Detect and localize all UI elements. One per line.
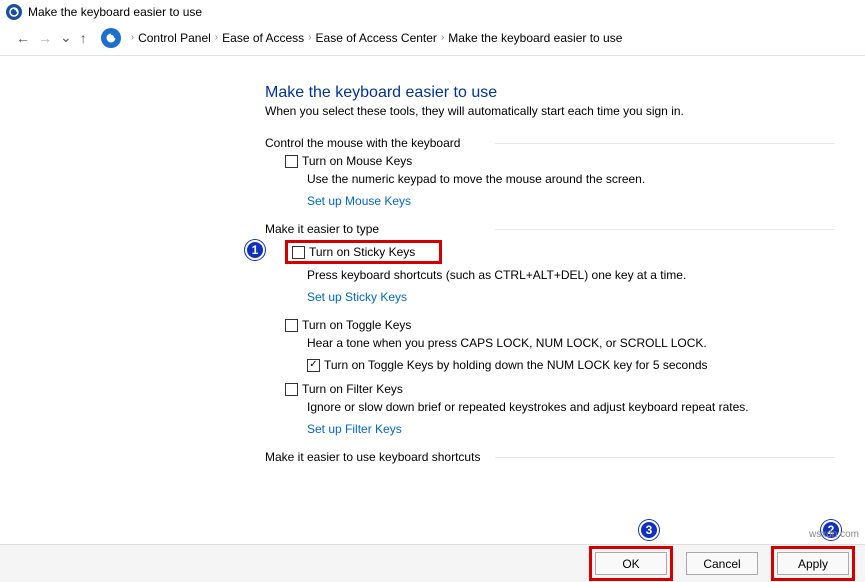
sticky-keys-checkbox[interactable]: Turn on Sticky Keys	[292, 245, 435, 259]
crumb-ease-center[interactable]: Ease of Access Center	[316, 31, 437, 45]
sticky-keys-label: Turn on Sticky Keys	[309, 245, 415, 259]
crumb-ease-of-access[interactable]: Ease of Access	[222, 31, 304, 45]
apply-button[interactable]: Apply	[777, 552, 849, 575]
highlight-sticky-keys: Turn on Sticky Keys	[285, 240, 442, 264]
checkbox-icon	[285, 155, 298, 168]
filter-keys-checkbox[interactable]: Turn on Filter Keys	[285, 382, 835, 396]
sticky-keys-link[interactable]: Set up Sticky Keys	[307, 290, 835, 304]
callout-1: 1	[245, 240, 265, 260]
checkbox-checked-icon: ✓	[307, 359, 320, 372]
mouse-keys-label: Turn on Mouse Keys	[302, 154, 412, 168]
checkbox-icon	[285, 383, 298, 396]
chevron-right-icon[interactable]: ›	[127, 32, 138, 43]
crumb-current[interactable]: Make the keyboard easier to use	[448, 31, 622, 45]
forward-button[interactable]: →	[34, 30, 56, 46]
toggle-keys-label: Turn on Toggle Keys	[302, 318, 411, 332]
cancel-wrap: Cancel	[683, 549, 761, 578]
toggle-keys-desc: Hear a tone when you press CAPS LOCK, NU…	[307, 336, 835, 350]
mouse-keys-desc: Use the numeric keypad to move the mouse…	[307, 172, 835, 186]
checkbox-icon	[292, 246, 305, 259]
chevron-right-icon[interactable]: ›	[211, 32, 222, 43]
checkbox-icon	[285, 319, 298, 332]
filter-keys-link[interactable]: Set up Filter Keys	[307, 422, 835, 436]
toggle-numlock-label: Turn on Toggle Keys by holding down the …	[324, 358, 708, 372]
highlight-apply: Apply	[771, 546, 855, 581]
dialog-footer: 3 OK Cancel 2 Apply	[0, 544, 865, 582]
window-titlebar: Make the keyboard easier to use	[0, 0, 865, 24]
chevron-right-icon[interactable]: ›	[304, 32, 315, 43]
content-area: Make the keyboard easier to use When you…	[0, 56, 865, 544]
mouse-keys-link[interactable]: Set up Mouse Keys	[307, 194, 835, 208]
back-button[interactable]: ←	[12, 30, 34, 46]
crumb-control-panel[interactable]: Control Panel	[138, 31, 211, 45]
section-type-label: Make it easier to type	[265, 222, 835, 236]
filter-keys-label: Turn on Filter Keys	[302, 382, 403, 396]
page-subtitle: When you select these tools, they will a…	[265, 104, 835, 118]
app-icon	[6, 4, 22, 20]
page-title: Make the keyboard easier to use	[265, 84, 835, 102]
nav-toolbar: ← → ⌄ ↑ › Control Panel › Ease of Access…	[0, 24, 865, 56]
section-shortcuts-label: Make it easier to use keyboard shortcuts	[265, 450, 835, 464]
sticky-keys-desc: Press keyboard shortcuts (such as CTRL+A…	[307, 268, 835, 282]
watermark: wsxdn.com	[809, 529, 859, 540]
ok-button[interactable]: OK	[595, 552, 667, 575]
control-panel-icon[interactable]	[101, 28, 121, 48]
cancel-button[interactable]: Cancel	[686, 552, 758, 575]
filter-keys-desc: Ignore or slow down brief or repeated ke…	[307, 400, 835, 414]
chevron-right-icon[interactable]: ›	[437, 32, 448, 43]
window-title: Make the keyboard easier to use	[28, 5, 202, 19]
mouse-keys-checkbox[interactable]: Turn on Mouse Keys	[285, 154, 835, 168]
toggle-keys-checkbox[interactable]: Turn on Toggle Keys	[285, 318, 835, 332]
recent-dropdown[interactable]: ⌄	[56, 29, 76, 46]
callout-3: 3	[639, 520, 659, 540]
highlight-ok: OK	[589, 546, 673, 581]
section-mouse-label: Control the mouse with the keyboard	[265, 136, 835, 150]
toggle-numlock-checkbox[interactable]: ✓ Turn on Toggle Keys by holding down th…	[307, 358, 835, 372]
up-button[interactable]: ↑	[76, 30, 91, 46]
